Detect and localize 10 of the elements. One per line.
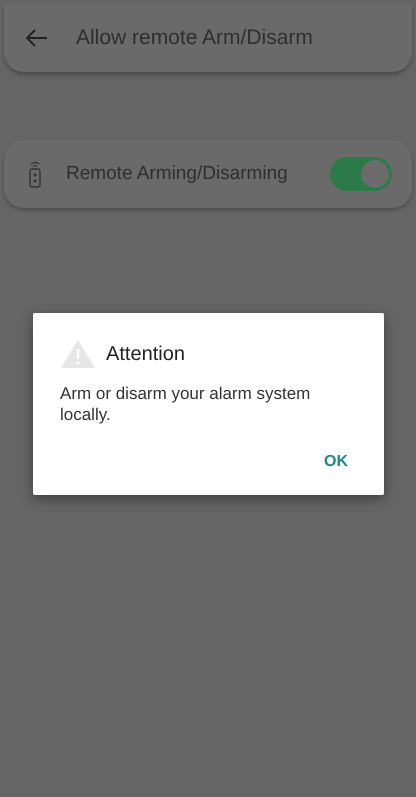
warning-icon — [60, 339, 96, 369]
ok-button[interactable]: OK — [312, 449, 360, 475]
toggle-switch[interactable] — [330, 157, 392, 191]
header-title: Allow remote Arm/Disarm — [76, 26, 313, 50]
dialog-message: Arm or disarm your alarm system locally. — [60, 383, 312, 425]
dialog-title: Attention — [106, 342, 185, 366]
back-arrow-icon — [26, 29, 48, 47]
back-button[interactable] — [26, 29, 48, 47]
setting-label: Remote Arming/Disarming — [66, 163, 289, 185]
remote-control-icon — [28, 160, 42, 188]
